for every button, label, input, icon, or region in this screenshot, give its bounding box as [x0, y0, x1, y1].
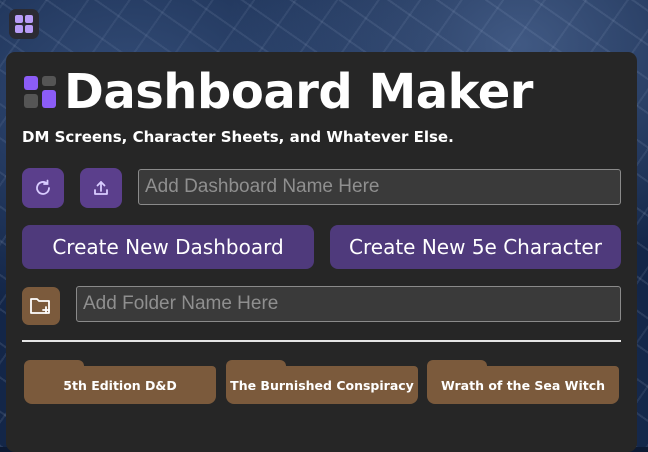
- folder-item-label: The Burnished Conspiracy: [230, 377, 414, 393]
- dashboard-menu-button[interactable]: [9, 9, 39, 39]
- folder-item[interactable]: 5th Edition D&D: [24, 360, 216, 404]
- title-row: Dashboard Maker: [22, 66, 533, 118]
- page-subtitle: DM Screens, Character Sheets, and Whatev…: [22, 128, 454, 146]
- create-dashboard-button[interactable]: Create New Dashboard: [22, 225, 314, 269]
- refresh-icon: [36, 179, 50, 195]
- add-folder-button[interactable]: [22, 287, 60, 325]
- folder-name-input[interactable]: [76, 286, 621, 322]
- divider: [22, 340, 621, 342]
- dashboard-name-input[interactable]: [138, 169, 621, 205]
- folder-item[interactable]: Wrath of the Sea Witch: [427, 360, 619, 404]
- refresh-button[interactable]: [22, 168, 64, 208]
- folder-item-label: Wrath of the Sea Witch: [440, 377, 606, 393]
- create-character-button[interactable]: Create New 5e Character: [330, 225, 621, 269]
- dashboard-logo-icon: [24, 76, 56, 108]
- folder-plus-icon: [30, 298, 50, 314]
- folder-item-label: 5th Edition D&D: [63, 377, 177, 393]
- upload-icon: [94, 181, 108, 195]
- grid-icon: [15, 15, 33, 33]
- folder-item[interactable]: The Burnished Conspiracy: [226, 360, 418, 404]
- main-panel: Dashboard Maker DM Screens, Character Sh…: [6, 52, 637, 452]
- upload-button[interactable]: [80, 168, 122, 208]
- page-title: Dashboard Maker: [64, 64, 533, 120]
